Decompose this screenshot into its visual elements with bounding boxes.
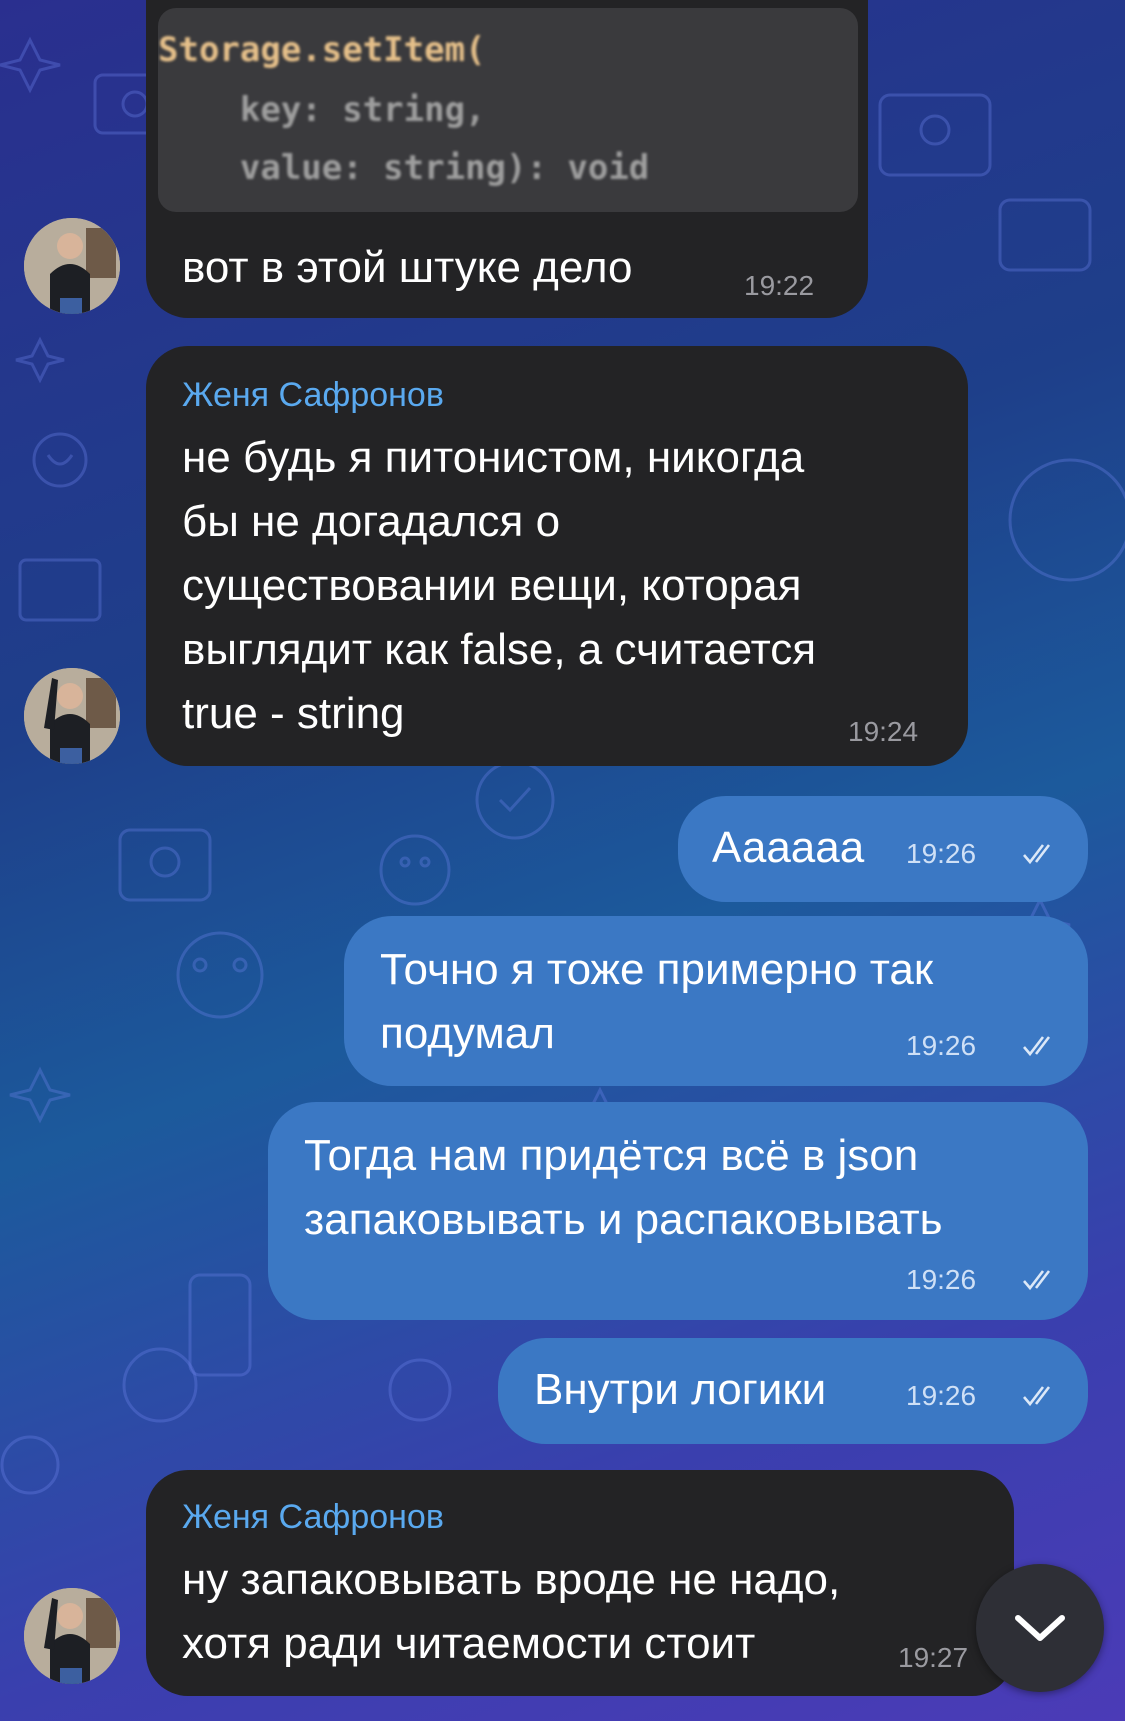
user-photo-icon bbox=[24, 668, 120, 764]
message-time: 19:26 bbox=[906, 1264, 977, 1295]
message-time: 19:26 bbox=[906, 1380, 977, 1411]
message-bubble[interactable]: Женя Сафронов ну запаковывать вроде не н… bbox=[146, 1470, 1014, 1696]
message-time: 19:24 bbox=[848, 716, 919, 747]
read-check-icon bbox=[1023, 1036, 1051, 1057]
message-text-line: не будь я питонистом, никогда bbox=[182, 433, 805, 482]
message-time: 19:26 bbox=[906, 838, 977, 869]
message-bubble[interactable]: Внутри логики 19:26 bbox=[498, 1338, 1088, 1444]
read-check-icon bbox=[1023, 844, 1051, 865]
code-line: key: string, bbox=[158, 90, 486, 130]
message-bubble[interactable]: Женя Сафронов не будь я питонистом, нико… bbox=[146, 346, 968, 766]
user-photo-icon bbox=[24, 1588, 120, 1684]
message-text-line: подумал bbox=[380, 1009, 555, 1058]
message-text-line: хотя ради читаемости стоит bbox=[182, 1619, 756, 1668]
sender-name[interactable]: Женя Сафронов bbox=[182, 376, 444, 415]
message-text-line: выглядит как false, а считается bbox=[182, 625, 817, 674]
message-text-line: Тогда нам придётся всё в json bbox=[304, 1131, 919, 1180]
message-text-line: Точно я тоже примерно так bbox=[380, 945, 934, 994]
message-text: Аааааа bbox=[712, 823, 865, 872]
scroll-down-button[interactable] bbox=[976, 1564, 1104, 1692]
message-text-line: бы не догадался о bbox=[182, 497, 561, 546]
message-time: 19:22 bbox=[744, 270, 815, 301]
avatar[interactable] bbox=[24, 668, 120, 764]
message-bubble[interactable]: Storage.setItem( key: string, value: str… bbox=[146, 0, 868, 318]
message-text: вот в этой штуке дело bbox=[182, 243, 633, 292]
avatar[interactable] bbox=[24, 1588, 120, 1684]
code-snippet-image[interactable]: Storage.setItem( key: string, value: str… bbox=[158, 8, 858, 212]
message-time: 19:27 bbox=[898, 1642, 969, 1673]
code-line: value: string): void bbox=[158, 148, 650, 188]
message-text-line: существовании вещи, которая bbox=[182, 561, 802, 610]
message-bubble[interactable]: Аааааа 19:26 bbox=[678, 796, 1088, 902]
message-bubble[interactable]: Точно я тоже примерно так подумал 19:26 bbox=[344, 916, 1088, 1086]
chevron-down-icon bbox=[1015, 1615, 1065, 1641]
message-text-line: запаковывать и распаковывать bbox=[304, 1195, 943, 1244]
message-time: 19:26 bbox=[906, 1030, 977, 1061]
message-text-line: ну запаковывать вроде не надо, bbox=[182, 1555, 841, 1604]
read-check-icon bbox=[1023, 1386, 1051, 1407]
message-bubble[interactable]: Тогда нам придётся всё в json запаковыва… bbox=[268, 1102, 1088, 1320]
user-photo-icon bbox=[24, 218, 120, 314]
message-text-line: true - string bbox=[182, 689, 405, 738]
avatar[interactable] bbox=[24, 218, 120, 314]
read-check-icon bbox=[1023, 1270, 1051, 1291]
message-text: Внутри логики bbox=[534, 1365, 827, 1414]
code-line: Storage.setItem( bbox=[158, 30, 486, 70]
sender-name[interactable]: Женя Сафронов bbox=[182, 1498, 444, 1537]
